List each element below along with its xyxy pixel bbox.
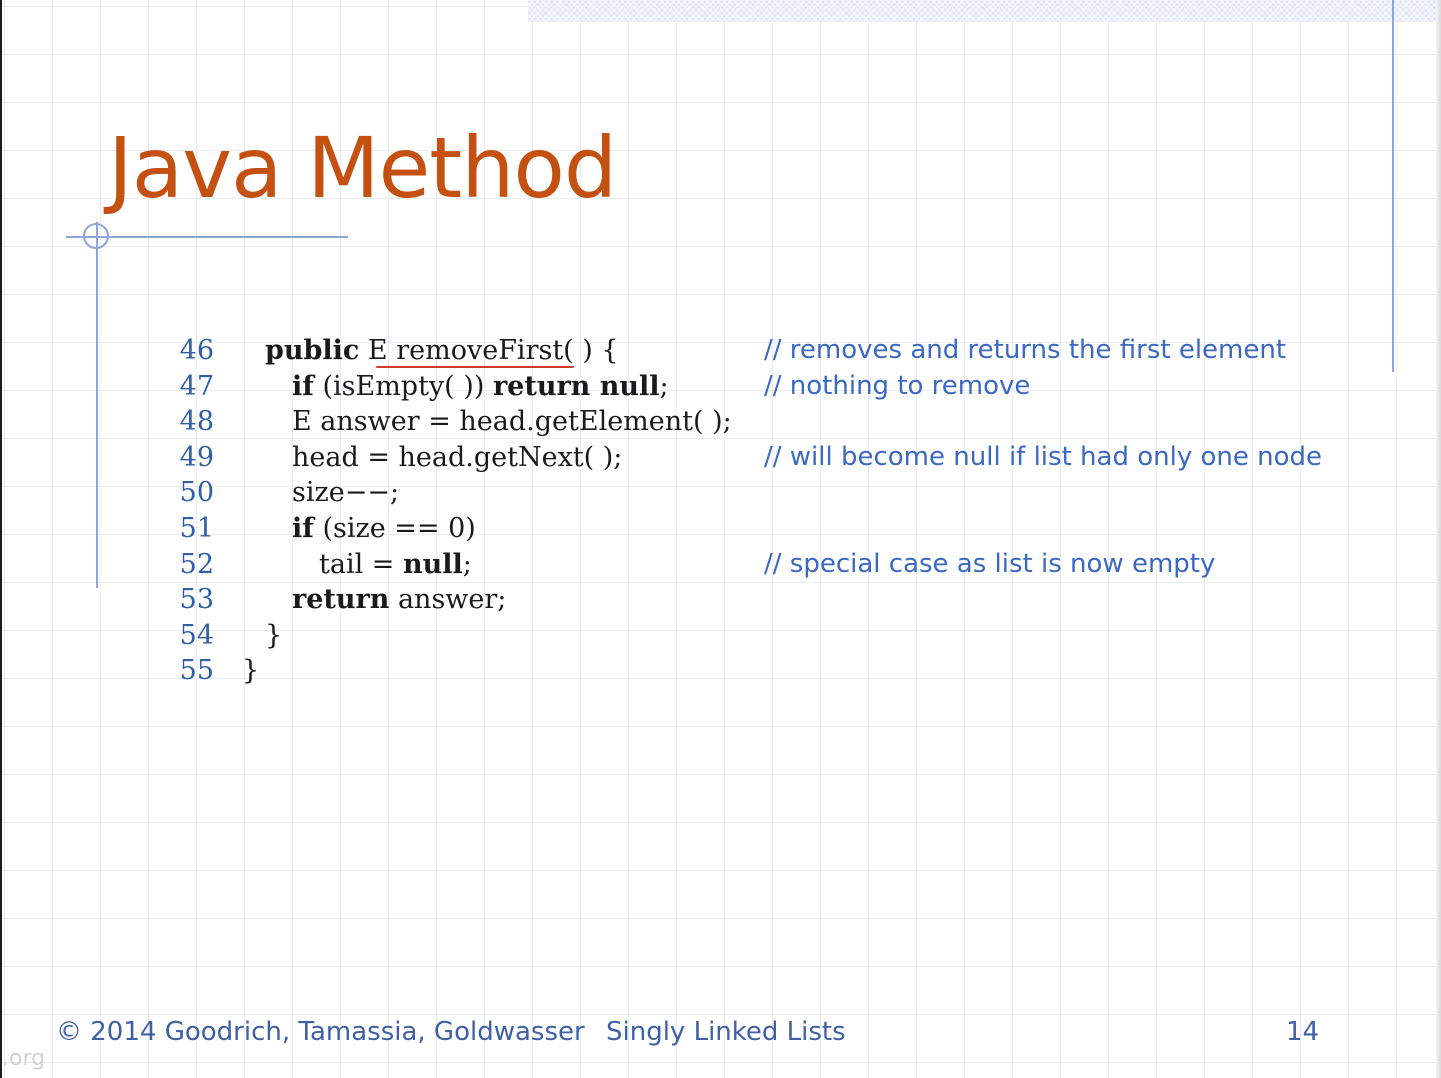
code-line: 48 E answer = head.getElement( );: [0, 404, 1441, 440]
code-text: }: [265, 618, 282, 654]
code-text: public E removeFirst( ) {: [265, 333, 619, 369]
code-token: ;: [462, 548, 472, 580]
code-comment: // will become null if list had only one…: [764, 441, 1323, 472]
line-number: 55: [179, 655, 214, 687]
code-comment: // special case as list is now empty: [764, 548, 1216, 579]
code-text: tail = null;: [319, 547, 472, 583]
code-token: tail =: [319, 548, 404, 580]
slide-title: Java Method: [108, 119, 617, 217]
watermark: .org: [2, 1046, 46, 1071]
code-token: (isEmpty( )): [313, 370, 493, 402]
code-line: 52 tail = null; // special case as list is…: [0, 547, 1441, 583]
line-number: 54: [179, 619, 214, 651]
code-keyword: public: [265, 335, 360, 366]
code-line: 46 public E removeFirst( ) { // removes an…: [0, 333, 1441, 369]
code-token: }: [265, 619, 283, 651]
footer-page-number: 14: [1286, 1017, 1320, 1047]
line-number: 48: [179, 406, 214, 438]
line-number: 53: [179, 584, 214, 616]
code-keyword: return: [292, 584, 390, 616]
code-token: ;: [659, 370, 669, 402]
line-number: 50: [179, 477, 214, 509]
line-number: 49: [179, 441, 214, 473]
code-line: 49 head = head.getNext( ); // will become …: [0, 440, 1441, 476]
code-comment: // nothing to remove: [764, 370, 1031, 401]
spellcheck-underline: [376, 366, 574, 368]
code-listing: 46 public E removeFirst( ) { // removes an…: [0, 333, 1441, 689]
code-line: 47 if (isEmpty( )) return null; // nothing…: [0, 369, 1441, 405]
code-text: }: [242, 653, 259, 689]
code-line: 54}: [0, 618, 1441, 654]
slide: Java Method 46 public E removeFirst( ) { /…: [0, 0, 1441, 1078]
code-keyword: return null: [492, 370, 660, 402]
code-token: E answer = head.getElement( );: [292, 406, 732, 438]
code-text: head = head.getNext( );: [292, 440, 622, 476]
crosshair-circle-icon: [83, 223, 109, 249]
code-text: E answer = head.getElement( );: [292, 404, 732, 440]
footer-copyright: © 2014 Goodrich, Tamassia, Goldwasser: [56, 1017, 585, 1047]
code-token: answer;: [389, 584, 507, 616]
line-number: 47: [179, 370, 214, 402]
right-decorative-line: [1392, 0, 1394, 372]
code-line: 50 size−−;: [0, 475, 1441, 511]
code-line: 55}: [0, 653, 1441, 689]
code-keyword: if: [292, 370, 314, 402]
code-token: }: [242, 655, 260, 687]
top-decorative-band: [528, 0, 1441, 22]
code-keyword: null: [403, 548, 463, 580]
code-token: size−−;: [292, 477, 400, 509]
code-text: if (size == 0): [292, 511, 476, 547]
code-token: (size == 0): [313, 512, 476, 544]
line-number: 46: [179, 335, 214, 366]
code-token: E removeFirst( ) {: [359, 335, 619, 366]
code-token: head = head.getNext( );: [292, 441, 623, 473]
footer-topic: Singly Linked Lists: [606, 1017, 846, 1047]
line-number: 51: [179, 512, 214, 544]
code-keyword: if: [292, 512, 314, 544]
code-line: 53 return answer;: [0, 582, 1441, 618]
code-text: size−−;: [292, 475, 399, 511]
line-number: 52: [179, 548, 214, 580]
code-text: if (isEmpty( )) return null;: [292, 369, 669, 405]
code-comment: // removes and returns the first element: [764, 335, 1287, 365]
code-line: 51 if (size == 0): [0, 511, 1441, 547]
code-text: return answer;: [292, 582, 506, 618]
